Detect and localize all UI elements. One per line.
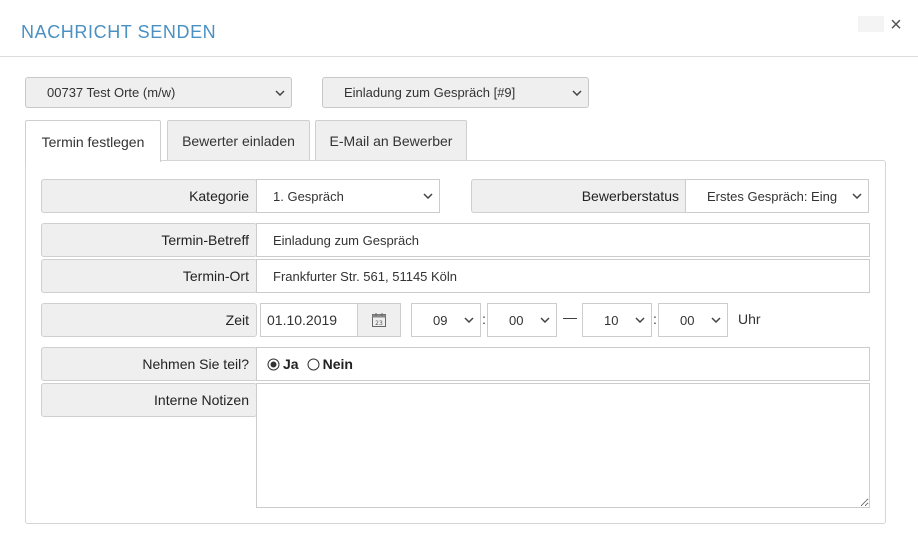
end-min-select[interactable]: 00: [658, 303, 728, 337]
notizen-textarea[interactable]: [256, 383, 870, 508]
chevron-down-icon: [566, 89, 588, 96]
time-colon: :: [482, 311, 486, 327]
tab-email-an-bewerber[interactable]: E-Mail an Bewerber: [315, 120, 467, 160]
bewerberstatus-value: Erstes Gespräch: Eing: [707, 188, 838, 204]
radio-checked-icon: [267, 358, 280, 370]
radio-nein[interactable]: Nein: [307, 356, 353, 372]
bewerberstatus-label: Bewerberstatus: [471, 179, 687, 213]
chevron-down-icon: [417, 193, 439, 199]
template-select[interactable]: Einladung zum Gespräch [#9]: [322, 77, 589, 108]
chevron-down-icon: [534, 317, 556, 323]
tab-bewerter-einladen[interactable]: Bewerter einladen: [167, 120, 310, 160]
start-min-value: 00: [509, 312, 524, 328]
time-dash: —: [563, 309, 577, 325]
start-hour-select[interactable]: 09: [411, 303, 481, 337]
start-hour-value: 09: [433, 312, 448, 328]
ort-input[interactable]: Frankfurter Str. 561, 51145 Köln: [256, 259, 870, 293]
chevron-down-icon: [629, 317, 651, 323]
kategorie-select[interactable]: 1. Gespräch: [256, 179, 440, 213]
chevron-down-icon: [269, 89, 291, 96]
header-spacer: [858, 16, 884, 32]
radio-unchecked-icon: [307, 358, 320, 370]
betreff-label: Termin-Betreff: [41, 223, 257, 257]
job-select-value: 00737 Test Orte (m/w): [47, 85, 176, 100]
time-unit: Uhr: [738, 311, 761, 327]
kategorie-label: Kategorie: [41, 179, 257, 213]
chevron-down-icon: [458, 317, 480, 323]
close-button[interactable]: ×: [886, 13, 906, 37]
zeit-label: Zeit: [41, 303, 257, 337]
date-input[interactable]: 01.10.2019: [260, 303, 358, 337]
ort-label: Termin-Ort: [41, 259, 257, 293]
kategorie-value: 1. Gespräch: [273, 188, 344, 204]
teilnahme-radio-group: Ja Nein: [267, 356, 361, 372]
job-select[interactable]: 00737 Test Orte (m/w): [25, 77, 292, 108]
end-hour-select[interactable]: 10: [582, 303, 652, 337]
chevron-down-icon: [846, 193, 868, 199]
notizen-label: Interne Notizen: [41, 383, 257, 417]
dialog-title: NACHRICHT SENDEN: [21, 22, 217, 42]
teilnahme-field: Ja Nein: [256, 347, 870, 381]
radio-ja[interactable]: Ja: [267, 356, 299, 372]
tab-termin-festlegen[interactable]: Termin festlegen: [25, 120, 161, 162]
end-hour-value: 10: [604, 312, 619, 328]
bewerberstatus-select[interactable]: Erstes Gespräch: Eing: [685, 179, 869, 213]
calendar-day: 23: [375, 320, 383, 327]
radio-nein-label: Nein: [322, 356, 353, 372]
end-min-value: 00: [680, 312, 695, 328]
time-colon: :: [653, 311, 657, 327]
betreff-input[interactable]: Einladung zum Gespräch: [256, 223, 870, 257]
start-min-select[interactable]: 00: [487, 303, 557, 337]
calendar-button[interactable]: 23: [357, 303, 401, 337]
radio-ja-label: Ja: [283, 356, 299, 372]
teilnahme-label: Nehmen Sie teil?: [41, 347, 257, 381]
template-select-value: Einladung zum Gespräch [#9]: [344, 85, 516, 100]
calendar-icon: 23: [372, 313, 386, 327]
chevron-down-icon: [705, 317, 727, 323]
dialog-header: NACHRICHT SENDEN ×: [0, 0, 918, 57]
